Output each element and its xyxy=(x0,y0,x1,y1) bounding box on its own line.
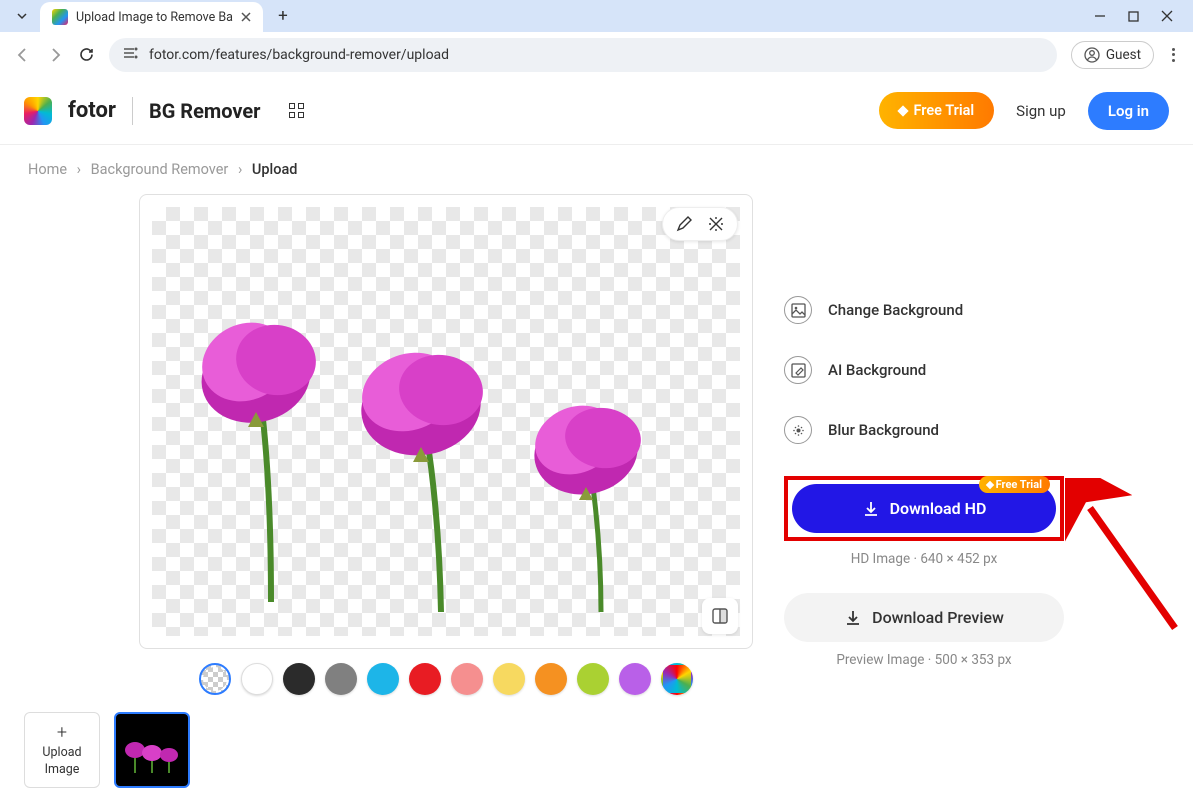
back-button[interactable] xyxy=(14,46,32,64)
maximize-icon[interactable] xyxy=(1128,10,1139,22)
browser-tab-bar: Upload Image to Remove Ba + xyxy=(0,0,1193,32)
close-window-icon[interactable] xyxy=(1161,10,1173,22)
thumbnails: + Upload Image xyxy=(24,712,190,788)
preview-info-text: Preview Image · 500 × 353 px xyxy=(784,652,1064,668)
option-label: Change Background xyxy=(828,301,963,319)
hd-info-text: HD Image · 640 × 452 px xyxy=(784,551,1064,567)
download-hd-button[interactable]: Download HD Free Trial xyxy=(792,484,1056,533)
download-hd-highlight: Download HD Free Trial xyxy=(784,476,1064,541)
color-swatch[interactable] xyxy=(451,663,483,695)
compare-button[interactable] xyxy=(702,598,738,634)
color-swatch[interactable] xyxy=(535,663,567,695)
free-trial-button[interactable]: Free Trial xyxy=(879,92,994,129)
breadcrumb-section[interactable]: Background Remover xyxy=(91,161,229,178)
upload-label: Upload Image xyxy=(25,745,99,778)
color-swatch[interactable] xyxy=(619,663,651,695)
canvas-area xyxy=(24,194,754,695)
option-label: AI Background xyxy=(828,361,926,379)
color-swatch[interactable] xyxy=(661,663,693,695)
breadcrumb-current: Upload xyxy=(252,161,298,178)
option-label: Blur Background xyxy=(828,421,939,439)
color-swatch[interactable] xyxy=(325,663,357,695)
color-swatch[interactable] xyxy=(577,663,609,695)
reload-button[interactable] xyxy=(78,46,95,63)
diamond-icon xyxy=(985,480,993,488)
blur-icon xyxy=(784,416,812,444)
plus-icon: + xyxy=(57,722,67,743)
fotor-logo-icon[interactable] xyxy=(24,97,52,125)
tab-close-icon[interactable] xyxy=(241,12,251,22)
chevron-right-icon: › xyxy=(238,161,242,178)
color-swatch[interactable] xyxy=(199,663,231,695)
forward-button[interactable] xyxy=(46,46,64,64)
upload-image-button[interactable]: + Upload Image xyxy=(24,712,100,788)
app-header: fotor BG Remover Free Trial Sign up Log … xyxy=(0,77,1193,145)
login-button[interactable]: Log in xyxy=(1088,92,1169,130)
favicon-icon xyxy=(52,9,68,25)
brush-tool-icon[interactable] xyxy=(675,215,693,233)
breadcrumb: Home › Background Remover › Upload xyxy=(0,145,1193,194)
download-hd-label: Download HD xyxy=(890,499,987,518)
free-trial-label: Free Trial xyxy=(913,102,974,119)
address-bar[interactable]: fotor.com/features/background-remover/up… xyxy=(109,38,1057,72)
download-preview-label: Download Preview xyxy=(872,608,1004,627)
image-icon xyxy=(784,296,812,324)
blur-background-option[interactable]: Blur Background xyxy=(784,416,1064,444)
brand-name: fotor xyxy=(68,98,116,123)
magic-tool-icon[interactable] xyxy=(707,215,725,233)
new-tab-button[interactable]: + xyxy=(269,2,297,30)
free-trial-badge: Free Trial xyxy=(979,476,1050,493)
profile-button[interactable]: Guest xyxy=(1071,41,1154,69)
image-canvas[interactable] xyxy=(139,194,753,649)
color-swatch[interactable] xyxy=(367,663,399,695)
tab-title: Upload Image to Remove Ba xyxy=(76,10,233,25)
color-swatch[interactable] xyxy=(283,663,315,695)
window-controls xyxy=(1094,10,1185,22)
url-text: fotor.com/features/background-remover/up… xyxy=(149,47,449,63)
signup-link[interactable]: Sign up xyxy=(1016,102,1066,120)
browser-menu-icon[interactable] xyxy=(1168,44,1179,66)
diamond-icon xyxy=(898,105,909,116)
profile-label: Guest xyxy=(1106,47,1141,63)
result-image xyxy=(152,207,740,636)
divider xyxy=(132,97,133,125)
breadcrumb-home[interactable]: Home xyxy=(28,161,67,178)
side-panel: Change Background AI Background Blur Bac… xyxy=(784,194,1064,695)
page-title: BG Remover xyxy=(149,99,261,123)
apps-grid-icon[interactable] xyxy=(289,103,304,118)
color-swatches xyxy=(139,663,753,695)
change-background-option[interactable]: Change Background xyxy=(784,296,1064,324)
color-swatch[interactable] xyxy=(241,663,273,695)
color-swatch[interactable] xyxy=(409,663,441,695)
minimize-icon[interactable] xyxy=(1094,10,1106,22)
color-swatch[interactable] xyxy=(493,663,525,695)
browser-toolbar: fotor.com/features/background-remover/up… xyxy=(0,32,1193,77)
browser-tab[interactable]: Upload Image to Remove Ba xyxy=(40,2,263,32)
edit-icon xyxy=(784,356,812,384)
chevron-right-icon: › xyxy=(77,161,81,178)
site-settings-icon[interactable] xyxy=(123,46,139,64)
download-preview-button[interactable]: Download Preview xyxy=(784,593,1064,642)
image-thumbnail[interactable] xyxy=(114,712,190,788)
tab-list-dropdown[interactable] xyxy=(8,4,36,28)
ai-background-option[interactable]: AI Background xyxy=(784,356,1064,384)
canvas-tools xyxy=(662,207,738,241)
